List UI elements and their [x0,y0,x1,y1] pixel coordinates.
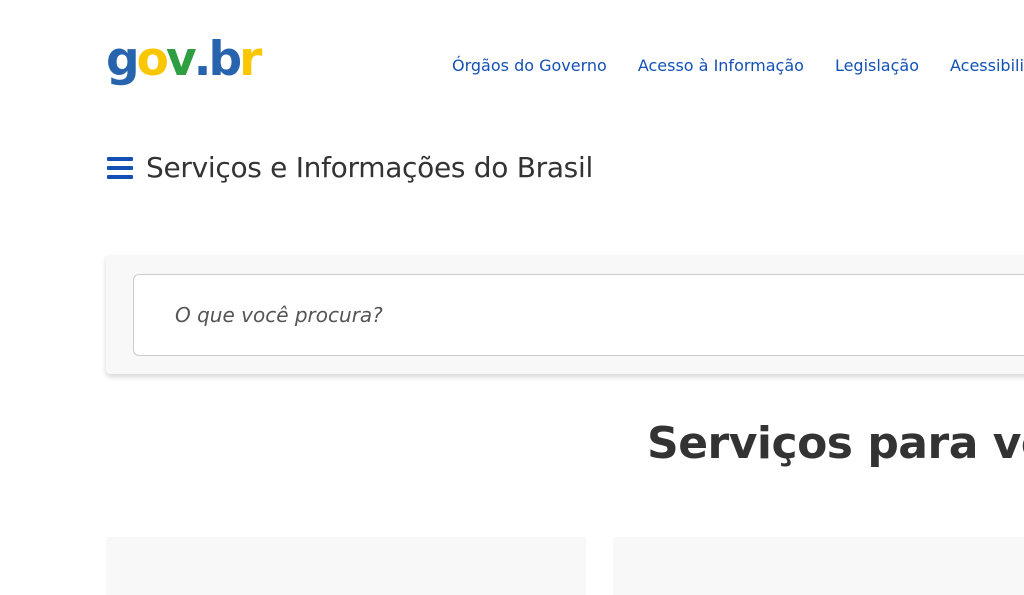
logo-dot: . [193,32,212,87]
logo-letter-v: v [165,32,197,87]
main-menu-toggle[interactable]: Serviços e Informações do Brasil [107,148,593,188]
logo-letter-b: b [208,32,242,87]
hamburger-bar [107,175,133,179]
nav-link-orgaos[interactable]: Órgãos do Governo [452,54,607,78]
service-card[interactable] [106,537,586,595]
govbr-logo[interactable]: g o v . b r [106,28,262,92]
logo-letter-o: o [136,32,169,87]
hamburger-bar [107,166,133,170]
hamburger-bar [107,157,133,161]
nav-link-acessibilidade[interactable]: Acessibilidade [950,54,1024,78]
nav-link-acesso-informacao[interactable]: Acesso à Informação [638,54,804,78]
logo-letter-r: r [239,32,262,87]
logo-letter-g: g [106,32,140,87]
page: g o v . b r Órgãos do Governo Acesso à I… [0,0,1024,595]
search-input[interactable] [133,274,1024,356]
hamburger-menu-icon[interactable] [107,157,133,179]
nav-link-legislacao[interactable]: Legislação [835,54,919,78]
services-heading: Serviços para você [647,418,1024,469]
site-title: Serviços e Informações do Brasil [146,151,593,184]
service-card[interactable] [613,537,1024,595]
search-card [106,255,1024,374]
top-nav: Órgãos do Governo Acesso à Informação Le… [452,54,1024,78]
